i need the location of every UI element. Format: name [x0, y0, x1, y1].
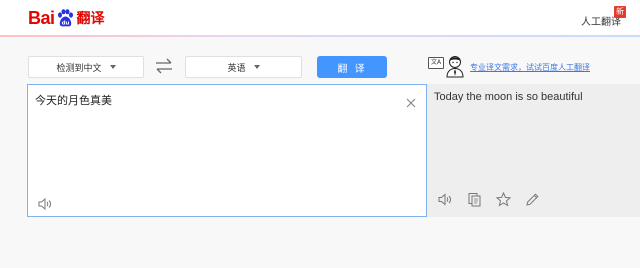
result-toolbar — [438, 191, 554, 207]
source-language-select[interactable]: 检测到中文 — [28, 56, 144, 78]
professional-translation-link[interactable]: 专业译文需求，试试百度人工翻译 — [470, 62, 590, 73]
logo-text: Bai — [28, 7, 55, 28]
top-header: Bai du 翻译 人工翻译 新 — [0, 0, 640, 36]
source-text-input[interactable]: 今天的月色真美 — [35, 92, 112, 108]
speaker-icon[interactable] — [38, 195, 52, 211]
baidu-paw-icon: du — [56, 8, 75, 28]
header-gradient-divider — [0, 35, 640, 37]
pencil-icon[interactable] — [525, 192, 540, 207]
swap-arrows-icon[interactable] — [154, 57, 174, 75]
source-language-label: 检测到中文 — [56, 63, 102, 74]
source-text-panel[interactable]: 今天的月色真美 — [27, 84, 427, 217]
chevron-down-icon — [253, 65, 260, 69]
translate-service-icon: 文A — [428, 57, 444, 69]
baidu-translate-logo[interactable]: Bai du 翻译 — [28, 6, 105, 30]
chevron-down-icon — [109, 65, 116, 69]
close-icon[interactable] — [406, 93, 416, 108]
translation-result-text: Today the moon is so beautiful — [434, 91, 583, 103]
svg-text:du: du — [61, 20, 69, 26]
translator-avatar-icon — [445, 54, 465, 78]
star-icon[interactable] — [495, 191, 512, 207]
target-language-select[interactable]: 英语 — [185, 56, 302, 78]
translate-button[interactable]: 翻 译 — [317, 56, 387, 78]
translation-result-panel: Today the moon is so beautiful — [427, 84, 640, 217]
copy-icon[interactable] — [467, 192, 482, 207]
new-badge: 新 — [614, 6, 626, 18]
logo-suffix: 翻译 — [76, 11, 105, 27]
target-language-label: 英语 — [227, 63, 246, 74]
speaker-icon[interactable] — [438, 192, 453, 207]
